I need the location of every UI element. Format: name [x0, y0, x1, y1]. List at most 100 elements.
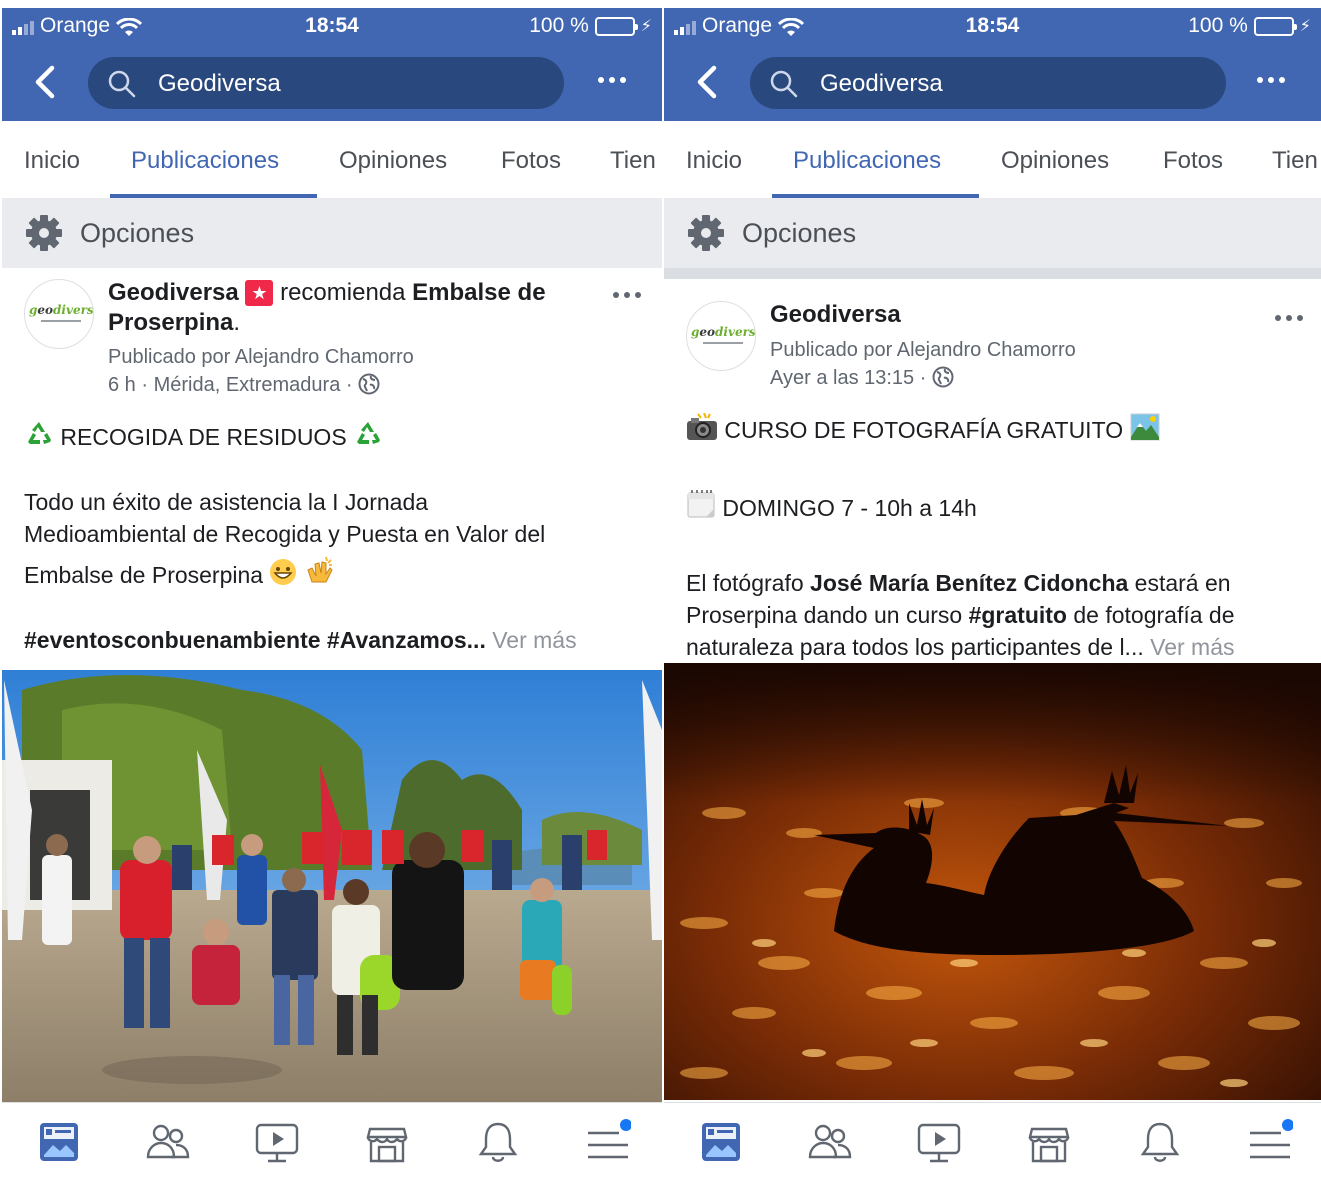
- published-by: Publicado por Alejandro Chamorro: [770, 339, 1076, 361]
- phone-screen-right: Orange 18:54 100 % ⚡ Geodiversa Inicio P…: [664, 0, 1321, 1182]
- bottom-tab-bar: [664, 1102, 1321, 1182]
- top-nav-bar: Orange 18:54 100 % ⚡ Geodiversa: [664, 8, 1321, 121]
- place-name-line1[interactable]: Embalse de: [412, 279, 545, 306]
- friends-icon[interactable]: [145, 1119, 191, 1165]
- marketplace-icon[interactable]: [1026, 1119, 1072, 1165]
- post-paragraph-line1: Todo un éxito de asistencia la I Jornada: [24, 489, 429, 515]
- back-icon[interactable]: [692, 64, 722, 100]
- charging-icon: ⚡: [1299, 18, 1311, 35]
- author-name[interactable]: Geodiversa: [770, 301, 901, 328]
- post-text-segment: de fotografía de: [1066, 602, 1235, 628]
- globe-icon: [358, 373, 380, 395]
- gear-icon: [26, 215, 62, 251]
- post-more-icon[interactable]: [613, 292, 641, 298]
- battery-percent: 100 %: [529, 14, 589, 37]
- feed-separator: [664, 268, 1321, 279]
- marketplace-icon[interactable]: [364, 1119, 410, 1165]
- more-options-icon[interactable]: [598, 77, 626, 83]
- recommend-star-icon: ★: [245, 280, 274, 306]
- people-walking-photo: [2, 670, 662, 1104]
- gear-icon: [688, 215, 724, 251]
- place-name-line2[interactable]: Proserpina: [108, 309, 233, 336]
- post-header: Geodiversa ★ recomienda Embalse de Prose…: [108, 278, 608, 338]
- options-bar[interactable]: Opciones: [664, 198, 1321, 268]
- back-icon[interactable]: [30, 64, 60, 100]
- notifications-icon[interactable]: [475, 1119, 521, 1165]
- battery-icon: [594, 16, 638, 36]
- battery-percent: 100 %: [1188, 14, 1248, 37]
- battery-status: 100 % ⚡: [1188, 14, 1311, 38]
- post-header: Geodiversa: [770, 300, 901, 330]
- clapping-hands-icon: [304, 556, 334, 594]
- notifications-icon[interactable]: [1137, 1119, 1183, 1165]
- options-label: Opciones: [742, 218, 857, 248]
- post-heading: RECOGIDA DE RESIDUOS: [60, 424, 347, 450]
- see-more-link[interactable]: Ver más: [1150, 634, 1234, 660]
- globe-icon: [932, 366, 954, 388]
- options-label: Opciones: [80, 218, 195, 248]
- post-text-segment: naturaleza para todos los participantes …: [686, 634, 1144, 660]
- author-name[interactable]: Geodiversa: [108, 279, 239, 306]
- page-tabs: Inicio Publicaciones Opiniones Fotos Tie…: [664, 121, 1321, 198]
- tab-inicio[interactable]: Inicio: [686, 147, 742, 175]
- menu-icon[interactable]: [585, 1119, 631, 1165]
- post-meta: Publicado por Alejandro Chamorro 6 h · M…: [108, 343, 414, 399]
- tab-opiniones[interactable]: Opiniones: [1001, 147, 1109, 175]
- status-bar: Orange 18:54 100 % ⚡: [664, 8, 1321, 46]
- tab-tienda[interactable]: Tien: [610, 147, 656, 175]
- calendar-icon: [686, 489, 716, 527]
- post-body: RECOGIDA DE RESIDUOS Todo un éxito de as…: [24, 420, 644, 656]
- post-time: Ayer a las 13:15 ·: [770, 367, 927, 389]
- tab-publicaciones[interactable]: Publicaciones: [793, 147, 941, 175]
- see-more-link[interactable]: Ver más: [492, 627, 576, 653]
- options-bar[interactable]: Opciones: [2, 198, 662, 268]
- grebes-silhouette-photo: [664, 663, 1321, 1100]
- search-input[interactable]: Geodiversa: [750, 57, 1226, 109]
- top-nav-bar: Orange 18:54 100 % ⚡ Geodiversa: [2, 8, 662, 121]
- more-options-icon[interactable]: [1257, 77, 1285, 83]
- tab-opiniones[interactable]: Opiniones: [339, 147, 447, 175]
- post-more-icon[interactable]: [1275, 315, 1303, 321]
- search-input[interactable]: Geodiversa: [88, 57, 564, 109]
- post-photo[interactable]: [664, 663, 1321, 1100]
- phone-screen-left: Orange 18:54 100 % ⚡ Geodiversa Inicio P…: [2, 0, 662, 1182]
- recycle-icon: [353, 420, 383, 456]
- post-text-segment: estará en: [1128, 570, 1231, 596]
- post-photo[interactable]: [2, 670, 662, 1104]
- camera-flash-icon: [686, 412, 718, 449]
- friends-icon[interactable]: [807, 1119, 853, 1165]
- recycle-icon: [24, 420, 54, 456]
- post-time-place: 6 h · Mérida, Extremadura ·: [108, 374, 353, 396]
- tab-fotos[interactable]: Fotos: [501, 147, 561, 175]
- post-text-segment: Proserpina dando un curso: [686, 602, 969, 628]
- tab-fotos[interactable]: Fotos: [1163, 147, 1223, 175]
- landscape-icon: [1130, 413, 1160, 449]
- hashtag-gratuito[interactable]: #gratuito: [969, 602, 1067, 628]
- grinning-face-icon: [269, 558, 297, 594]
- news-feed-icon[interactable]: [36, 1119, 82, 1165]
- search-row: Geodiversa: [2, 55, 662, 111]
- tab-inicio[interactable]: Inicio: [24, 147, 80, 175]
- tab-publicaciones[interactable]: Publicaciones: [131, 147, 279, 175]
- avatar[interactable]: geodiversa: [24, 279, 94, 349]
- avatar[interactable]: geodiversa: [686, 301, 756, 371]
- watch-icon[interactable]: [916, 1119, 962, 1165]
- news-feed-icon[interactable]: [698, 1119, 744, 1165]
- tab-tienda[interactable]: Tien: [1272, 147, 1318, 175]
- search-query: Geodiversa: [158, 70, 281, 97]
- screenshot-pair: Orange 18:54 100 % ⚡ Geodiversa Inicio P…: [0, 0, 1321, 1182]
- post-meta: Publicado por Alejandro Chamorro Ayer a …: [770, 336, 1076, 392]
- photographer-name[interactable]: José María Benítez Cidoncha: [810, 570, 1128, 596]
- post-hashtags[interactable]: #eventosconbuenambiente #Avanzamos...: [24, 627, 486, 653]
- search-query: Geodiversa: [820, 70, 943, 97]
- battery-status: 100 % ⚡: [529, 14, 652, 38]
- post-paragraph-line2: Medioambiental de Recogida y Puesta en V…: [24, 521, 546, 547]
- place-suffix: .: [233, 309, 241, 336]
- watch-icon[interactable]: [254, 1119, 300, 1165]
- menu-icon[interactable]: [1247, 1119, 1293, 1165]
- search-icon: [770, 70, 798, 98]
- post-date-line: DOMINGO 7 - 10h a 14h: [722, 495, 977, 521]
- post-body: CURSO DE FOTOGRAFÍA GRATUITO DOMINGO 7 -…: [686, 412, 1306, 663]
- recommend-verb: recomienda: [280, 279, 406, 306]
- charging-icon: ⚡: [640, 18, 652, 35]
